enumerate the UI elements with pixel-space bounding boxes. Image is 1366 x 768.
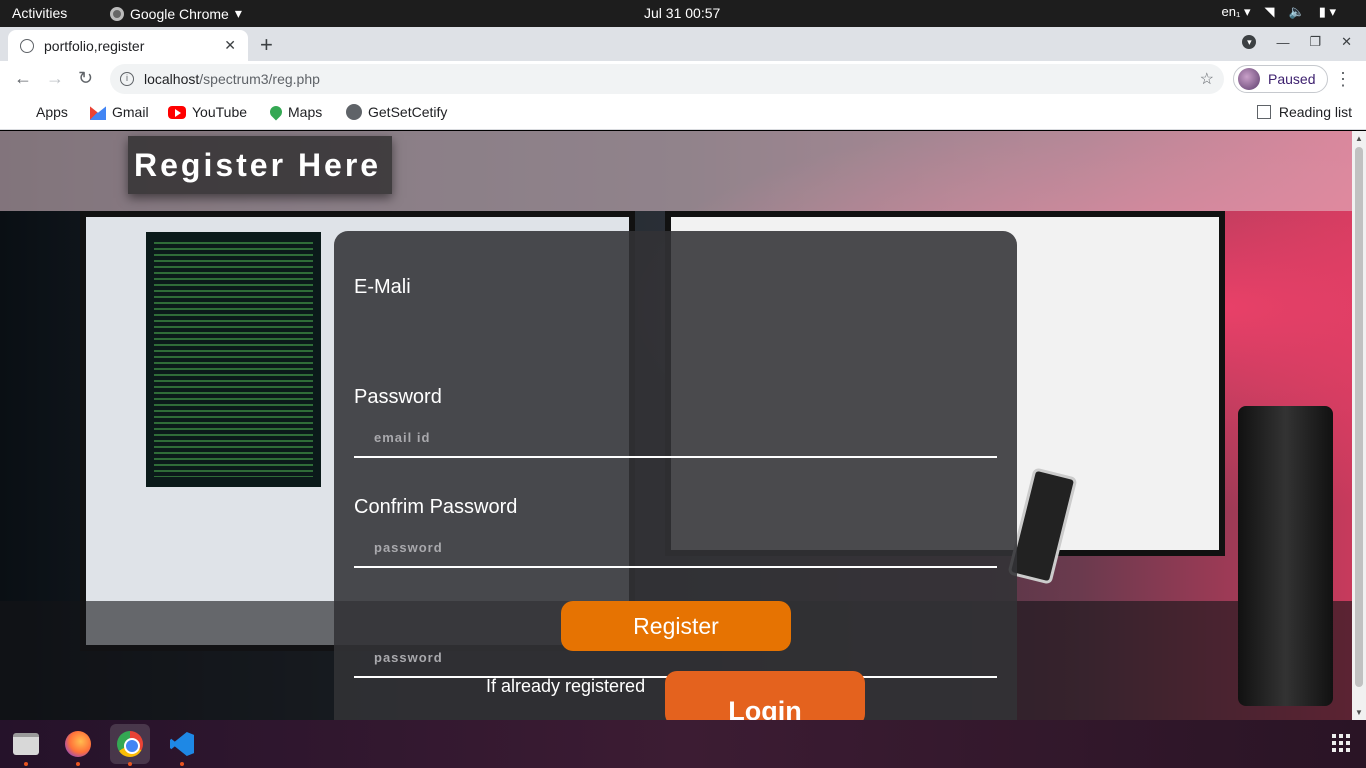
bookmark-getsetcetify[interactable]: GetSetCetify	[346, 104, 447, 120]
dock-vscode[interactable]	[162, 724, 202, 766]
bookmark-label: Gmail	[112, 104, 149, 120]
system-tray[interactable]: en₁ ▾ ◥ 🔈 ▮ ▾	[1222, 4, 1336, 20]
password-label: Password	[354, 386, 442, 408]
already-registered-text: If already registered	[486, 676, 646, 696]
apps-grid-icon	[14, 104, 30, 120]
reading-list-button[interactable]: Reading list	[1256, 104, 1352, 120]
bookmark-label: Maps	[288, 104, 323, 120]
background-code-pane	[146, 232, 321, 487]
back-icon[interactable]: ←	[14, 68, 32, 89]
taskbar-dock	[0, 720, 1366, 768]
running-indicator	[180, 762, 184, 766]
avatar	[1238, 68, 1260, 90]
new-tab-button[interactable]: +	[260, 32, 273, 58]
page-title-box: Register Here	[128, 136, 392, 194]
chrome-small-icon	[110, 6, 124, 21]
profile-button[interactable]: Paused	[1233, 65, 1329, 93]
app-menu-label: Google Chrome	[130, 5, 229, 22]
running-indicator	[24, 762, 28, 766]
scroll-down-icon[interactable]: ▼	[1355, 708, 1363, 717]
activities-button[interactable]: Activities	[12, 5, 67, 21]
background-speaker	[1238, 406, 1333, 706]
scrollbar-thumb[interactable]	[1355, 147, 1363, 687]
password-field[interactable]	[354, 528, 997, 568]
dock-firefox[interactable]	[58, 724, 98, 766]
running-indicator	[76, 762, 80, 766]
site-info-icon[interactable]: i	[120, 72, 134, 86]
tab-title: portfolio,register	[44, 37, 145, 54]
dock-files[interactable]	[6, 724, 46, 766]
gmail-icon	[90, 106, 106, 120]
clock[interactable]: Jul 31 00:57	[644, 5, 720, 21]
maps-pin-icon	[267, 103, 285, 121]
url-path: /spectrum3/reg.php	[199, 71, 320, 87]
page-viewport: Register Here E-Mali Password Confrim Pa…	[0, 131, 1352, 720]
globe-icon	[20, 38, 34, 53]
battery-icon: ▮ ▾	[1318, 4, 1336, 19]
register-button[interactable]: Register	[561, 601, 791, 651]
tab-active[interactable]: portfolio,register ✕	[8, 30, 248, 61]
app-menu[interactable]: Google Chrome ▾	[110, 5, 242, 22]
login-button[interactable]: Login	[665, 671, 865, 720]
chrome-icon	[117, 731, 143, 757]
address-bar[interactable]: i localhost/spectrum3/reg.php ☆	[110, 64, 1224, 94]
register-form: E-Mali Password Confrim Password Registe…	[334, 231, 1017, 720]
page-scrollbar[interactable]: ▲ ▼	[1352, 131, 1366, 720]
bookmark-maps[interactable]: Maps	[267, 103, 323, 121]
firefox-icon	[65, 731, 91, 757]
globe-icon	[346, 104, 362, 120]
browser-toolbar: ← → ↻ i localhost/spectrum3/reg.php ☆ Pa…	[0, 61, 1366, 97]
menu-kebab-icon[interactable]: ⋮	[1334, 69, 1352, 90]
dock-chrome[interactable]	[110, 724, 150, 766]
youtube-icon	[168, 105, 186, 119]
bookmark-gmail[interactable]: Gmail	[90, 104, 149, 120]
tab-strip: portfolio,register ✕ + ▾ — ❐ ✕	[0, 27, 1366, 61]
tab-search-icon[interactable]: ▾	[1242, 35, 1257, 49]
close-window-button[interactable]: ✕	[1341, 34, 1352, 50]
volume-icon: 🔈	[1288, 4, 1305, 19]
system-top-bar: Activities Google Chrome ▾ Jul 31 00:57 …	[0, 0, 1366, 27]
files-icon	[13, 733, 39, 755]
scroll-up-icon[interactable]: ▲	[1355, 134, 1363, 143]
bookmarks-bar: Apps Gmail YouTube Maps GetSetCetify Rea…	[0, 97, 1366, 130]
page-title: Register Here	[134, 147, 382, 183]
minimize-button[interactable]: —	[1276, 35, 1289, 50]
reload-icon[interactable]: ↻	[78, 68, 93, 89]
profile-label: Paused	[1268, 71, 1316, 87]
url-host: localhost	[144, 71, 200, 87]
language-indicator[interactable]: en₁ ▾	[1222, 4, 1251, 20]
close-tab-icon[interactable]: ✕	[224, 37, 236, 54]
language-label: en₁	[1221, 4, 1241, 19]
vscode-icon	[170, 732, 194, 756]
show-apps-icon[interactable]	[1332, 734, 1350, 752]
restore-button[interactable]: ❐	[1309, 34, 1321, 50]
wifi-icon: ◥	[1264, 4, 1275, 19]
running-indicator	[128, 762, 132, 766]
bookmark-youtube[interactable]: YouTube	[168, 104, 247, 120]
bookmark-label: Apps	[36, 104, 68, 120]
email-label: E-Mali	[354, 276, 411, 298]
caret-down-icon: ▾	[234, 5, 242, 21]
bookmark-label: YouTube	[192, 104, 248, 120]
bookmark-star-icon[interactable]: ☆	[1200, 69, 1214, 89]
bookmark-label: GetSetCetify	[368, 104, 448, 120]
email-field[interactable]	[354, 418, 997, 458]
reading-list-label: Reading list	[1278, 104, 1352, 120]
confirm-password-label: Confrim Password	[354, 496, 518, 518]
bookmark-apps[interactable]: Apps	[14, 104, 68, 120]
forward-icon[interactable]: →	[46, 68, 64, 89]
reading-list-icon	[1256, 105, 1271, 119]
window-controls: ▾ — ❐ ✕	[1242, 34, 1352, 50]
